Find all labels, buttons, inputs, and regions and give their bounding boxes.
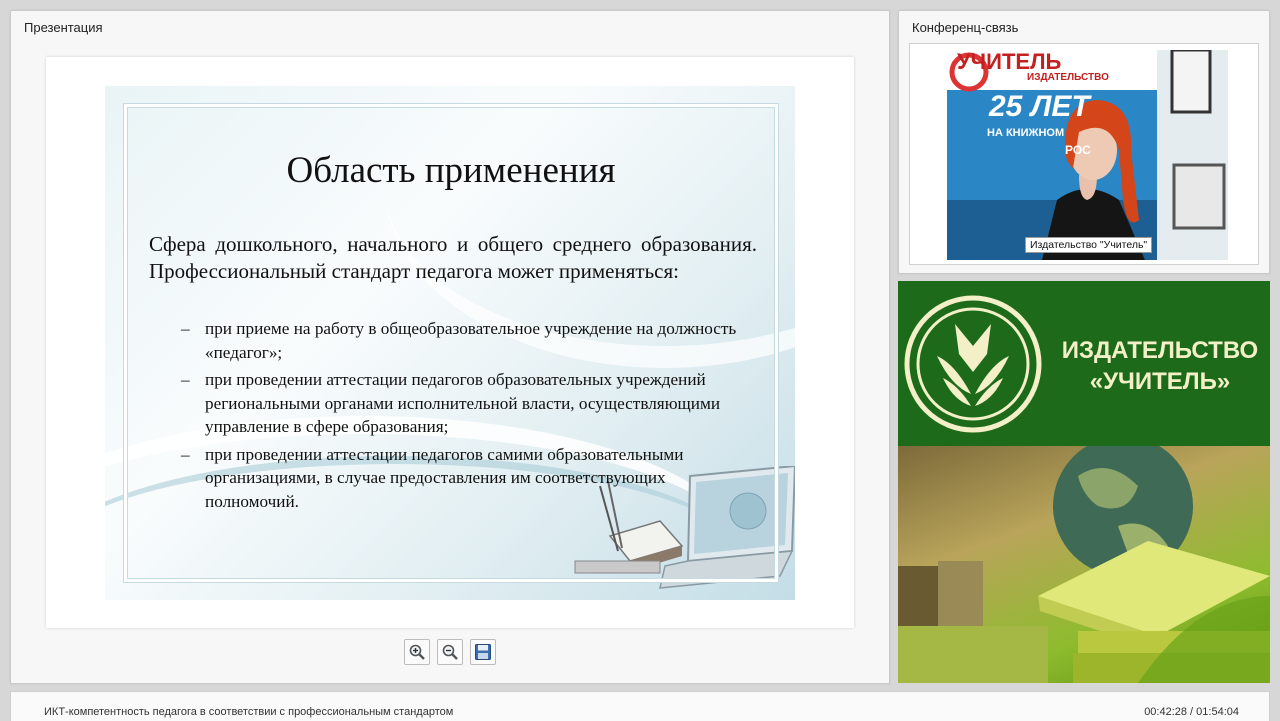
poster-tagline: НА КНИЖНОМ [987,127,1064,139]
slide-bullet-text: при проведении аттестации педагогов обра… [205,370,721,436]
zoom-in-button[interactable] [404,639,430,665]
webinar-title: ИКТ-компетентность педагога в соответств… [44,706,454,718]
footer-bar: ИКТ-компетентность педагога в соответств… [10,691,1270,721]
poster-brand: УЧИТЕЛЬ [957,50,1062,74]
slide-frame: Область применения Сфера дошкольного, на… [46,57,854,628]
webcam-scene: УЧИТЕЛЬ ИЗДАТЕЛЬСТВО 25 ЛЕТ НА КНИЖНОМ Р… [947,50,1228,260]
zoom-out-button[interactable] [437,639,463,665]
slide-bullet-text: при проведении аттестации педагогов сами… [205,444,684,511]
presentation-panel-title: Презентация [24,20,103,35]
slide-bullet-list: – при приеме на работу в общеобразовател… [181,317,757,517]
publisher-banner: ИЗДАТЕЛЬСТВО «УЧИТЕЛЬ» [898,281,1270,683]
books-globe-illustration [898,446,1270,683]
banner-publisher-name: ИЗДАТЕЛЬСТВО «УЧИТЕЛЬ» [1050,335,1270,397]
slide-bullet-text: при приеме на работу в общеобразовательн… [205,319,737,362]
slide-heading: Область применения [286,150,616,191]
banner-green-header: ИЗДАТЕЛЬСТВО «УЧИТЕЛЬ» [898,281,1270,446]
floppy-disk-icon [475,644,491,660]
publisher-logo [904,295,1042,433]
slide-bullet-item: – при приеме на работу в общеобразовател… [181,317,757,364]
poster-tagline-2: РОС [1065,143,1091,157]
slide-content-border: Область применения Сфера дошкольного, на… [124,104,778,582]
zoom-out-icon [442,644,458,660]
slide: Область применения Сфера дошкольного, на… [105,86,795,600]
conference-panel-title: Конференц-связь [912,20,1019,35]
slide-bullet-item: – при проведении аттестации педагогов об… [181,368,757,439]
bullet-marker: – [181,319,190,338]
banner-line-2: «УЧИТЕЛЬ» [1089,368,1231,395]
poster-years: 25 ЛЕТ [988,90,1092,123]
bullet-marker: – [181,370,190,389]
zoom-in-icon [409,644,425,660]
save-button[interactable] [470,639,496,665]
video-container: УЧИТЕЛЬ ИЗДАТЕЛЬСТВО 25 ЛЕТ НА КНИЖНОМ Р… [909,43,1259,265]
bullet-marker: – [181,444,190,464]
slide-bullet-item: – при проведении аттестации педагогов са… [181,443,757,514]
webcam-video[interactable]: УЧИТЕЛЬ ИЗДАТЕЛЬСТВО 25 ЛЕТ НА КНИЖНОМ Р… [947,50,1228,260]
conference-panel: Конференц-связь УЧИТЕЛЬ ИЗДАТЕЛЬСТВО 25 … [898,10,1270,274]
banner-books-image [898,446,1270,683]
poster-subbrand: ИЗДАТЕЛЬСТВО [1027,72,1109,83]
banner-line-1: ИЗДАТЕЛЬСТВО [1061,337,1259,364]
playback-time: 00:42:28 / 01:54:04 [1144,706,1239,718]
slide-intro-text: Сфера дошкольного, начального и общего с… [149,232,757,283]
video-caption: Издательство "Учитель" [1025,237,1153,253]
presentation-panel: Презентация Область применения Сфера дош… [10,10,890,684]
